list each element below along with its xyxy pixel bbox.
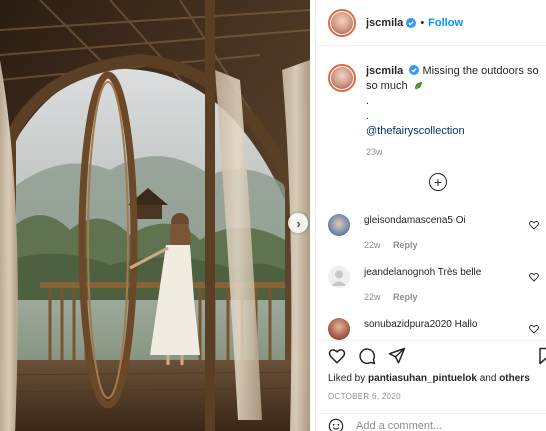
likes-prefix: Liked by bbox=[328, 373, 366, 384]
separator-dot: • bbox=[420, 16, 425, 29]
caption-timestamp[interactable]: 23w bbox=[366, 145, 543, 160]
commenter-avatar[interactable] bbox=[328, 214, 350, 236]
comment-item: sonubazidpura2020 Hallo bbox=[328, 318, 543, 340]
heart-icon[interactable] bbox=[328, 347, 346, 365]
caption-avatar[interactable] bbox=[328, 64, 356, 92]
comment-icon[interactable] bbox=[358, 347, 376, 365]
verified-badge-icon bbox=[406, 17, 417, 28]
post-side-panel: jscmila • Follow jscmila Missing the out… bbox=[315, 0, 546, 431]
commenter-avatar[interactable] bbox=[328, 318, 350, 340]
commenter-username[interactable]: sonubazidpura2020 bbox=[364, 319, 452, 330]
comment-text: Très belle bbox=[437, 267, 482, 278]
likes-and: and bbox=[479, 373, 497, 384]
caption-mention-link[interactable]: @thefairyscollection bbox=[366, 124, 543, 139]
comment-item: jeandelanognoh Très belle 22w Reply bbox=[328, 266, 543, 304]
commenter-username[interactable]: jeandelanognoh bbox=[364, 267, 435, 278]
commenter-username[interactable]: gleisondamascena5 bbox=[364, 215, 453, 226]
post-caption: jscmila Missing the outdoors so so much … bbox=[328, 64, 543, 160]
heart-icon[interactable] bbox=[529, 272, 539, 282]
post-actions: Liked by pantiasuhan_pintuelok and other… bbox=[316, 340, 546, 431]
post-date[interactable]: OCTOBER 6, 2020 bbox=[328, 392, 401, 401]
reply-button[interactable]: Reply bbox=[393, 292, 418, 302]
default-avatar-icon bbox=[331, 270, 347, 286]
next-photo-button[interactable]: › bbox=[288, 213, 308, 233]
plus-circle-icon: + bbox=[433, 173, 443, 190]
post-photo[interactable]: › bbox=[0, 0, 310, 431]
likes-summary: Liked by pantiasuhan_pintuelok and other… bbox=[328, 373, 530, 384]
post-header: jscmila • Follow bbox=[316, 0, 546, 46]
heart-icon[interactable] bbox=[529, 220, 539, 230]
leaf-emoji-icon bbox=[414, 81, 422, 90]
likes-username-link[interactable]: pantiasuhan_pintuelok bbox=[368, 373, 477, 384]
reply-button[interactable]: Reply bbox=[393, 240, 418, 250]
comment-input[interactable] bbox=[356, 419, 526, 431]
likes-others-link[interactable]: others bbox=[499, 373, 530, 384]
add-comment-bar bbox=[316, 413, 546, 431]
caption-dot-line: . bbox=[366, 110, 370, 122]
author-avatar[interactable] bbox=[328, 8, 356, 37]
bookmark-icon[interactable] bbox=[538, 347, 546, 365]
comment-item: gleisondamascena5 Oi 22w Reply bbox=[328, 214, 543, 252]
load-more-comments-button[interactable]: + bbox=[429, 173, 447, 191]
verified-badge-icon bbox=[409, 65, 420, 75]
comment-text: Hallo bbox=[454, 319, 478, 330]
share-icon[interactable] bbox=[388, 347, 406, 365]
commenter-avatar-placeholder[interactable] bbox=[328, 266, 350, 288]
caption-dot-line: . bbox=[366, 95, 370, 107]
emoji-icon[interactable] bbox=[328, 418, 344, 431]
heart-icon[interactable] bbox=[529, 324, 539, 334]
caption-username[interactable]: jscmila bbox=[366, 65, 403, 77]
comment-text: Oi bbox=[455, 215, 466, 226]
follow-button[interactable]: Follow bbox=[428, 17, 463, 29]
comment-timestamp[interactable]: 22w bbox=[364, 292, 381, 302]
chevron-right-icon: › bbox=[296, 215, 301, 231]
comment-timestamp[interactable]: 22w bbox=[364, 240, 381, 250]
post-image bbox=[0, 0, 310, 431]
author-username[interactable]: jscmila bbox=[366, 17, 403, 29]
